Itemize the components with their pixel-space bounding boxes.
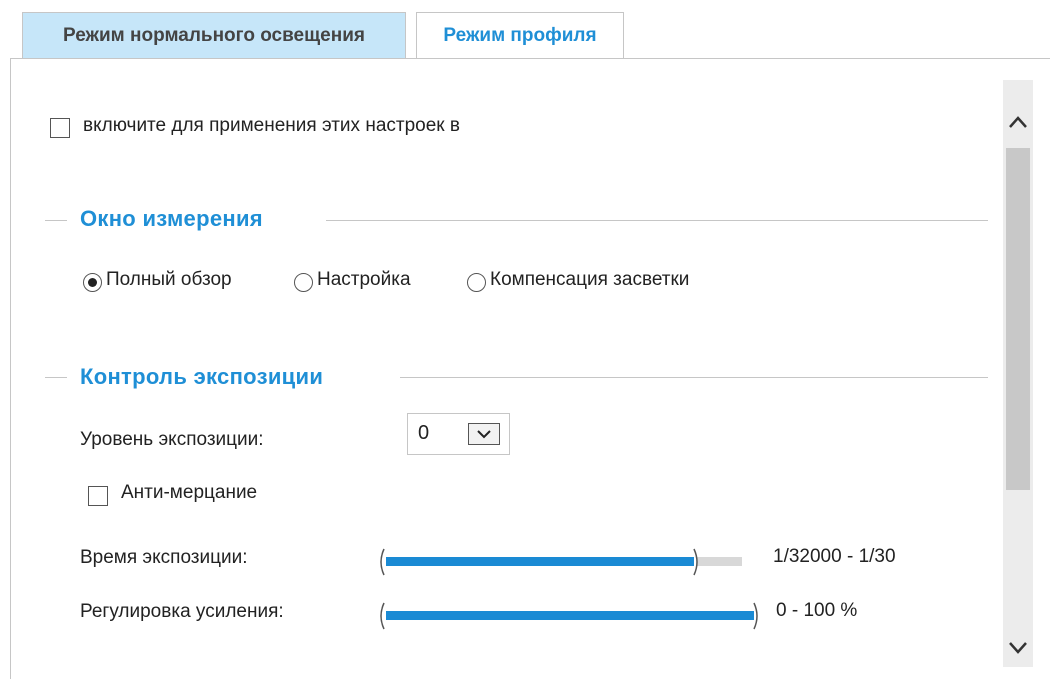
gain-control-slider-fill bbox=[386, 611, 756, 620]
radio-custom[interactable] bbox=[294, 273, 313, 292]
exposure-time-min-handle[interactable] bbox=[376, 547, 386, 577]
chevron-down-icon[interactable] bbox=[468, 423, 500, 445]
exposure-time-label: Время экспозиции: bbox=[80, 547, 248, 568]
radio-custom-label: Настройка bbox=[317, 269, 411, 290]
gain-control-label: Регулировка усиления: bbox=[80, 601, 284, 622]
gain-control-range: 0 - 100 % bbox=[776, 600, 858, 621]
section-divider bbox=[326, 220, 988, 221]
exposure-time-max-handle[interactable] bbox=[692, 547, 702, 577]
radio-selected-dot bbox=[88, 278, 97, 287]
scrollbar[interactable] bbox=[1003, 80, 1033, 667]
chevron-up-icon[interactable] bbox=[1003, 80, 1033, 140]
anti-flicker-label: Анти-мерцание bbox=[121, 482, 258, 503]
scroll-thumb[interactable] bbox=[1006, 148, 1030, 490]
exposure-level-label: Уровень экспозиции: bbox=[80, 429, 264, 450]
section-divider bbox=[45, 377, 67, 378]
radio-backlight-compensation[interactable] bbox=[467, 273, 486, 292]
exposure-time-range: 1/32000 - 1/30 bbox=[773, 546, 896, 567]
gain-control-max-handle[interactable] bbox=[752, 601, 762, 631]
enable-settings-checkbox[interactable] bbox=[50, 118, 70, 138]
exposure-level-value: 0 bbox=[418, 422, 430, 444]
exposure-time-slider-fill bbox=[386, 557, 696, 566]
exposure-level-select[interactable]: 0 bbox=[407, 413, 510, 455]
enable-settings-label: включите для применения этих настроек в bbox=[83, 115, 460, 136]
tab-normal-light-mode[interactable]: Режим нормального освещения bbox=[22, 12, 406, 58]
radio-backlight-compensation-label: Компенсация засветки bbox=[490, 269, 690, 290]
chevron-down-icon[interactable] bbox=[1003, 607, 1033, 667]
radio-full-view[interactable] bbox=[83, 273, 102, 292]
section-divider bbox=[400, 377, 988, 378]
gain-control-min-handle[interactable] bbox=[376, 601, 386, 631]
anti-flicker-checkbox[interactable] bbox=[88, 486, 108, 506]
section-divider bbox=[45, 220, 67, 221]
measurement-window-title: Окно измерения bbox=[80, 206, 263, 231]
radio-full-view-label: Полный обзор bbox=[106, 269, 232, 290]
tab-profile-mode[interactable]: Режим профиля bbox=[416, 12, 624, 58]
exposure-control-title: Контроль экспозиции bbox=[80, 364, 324, 389]
